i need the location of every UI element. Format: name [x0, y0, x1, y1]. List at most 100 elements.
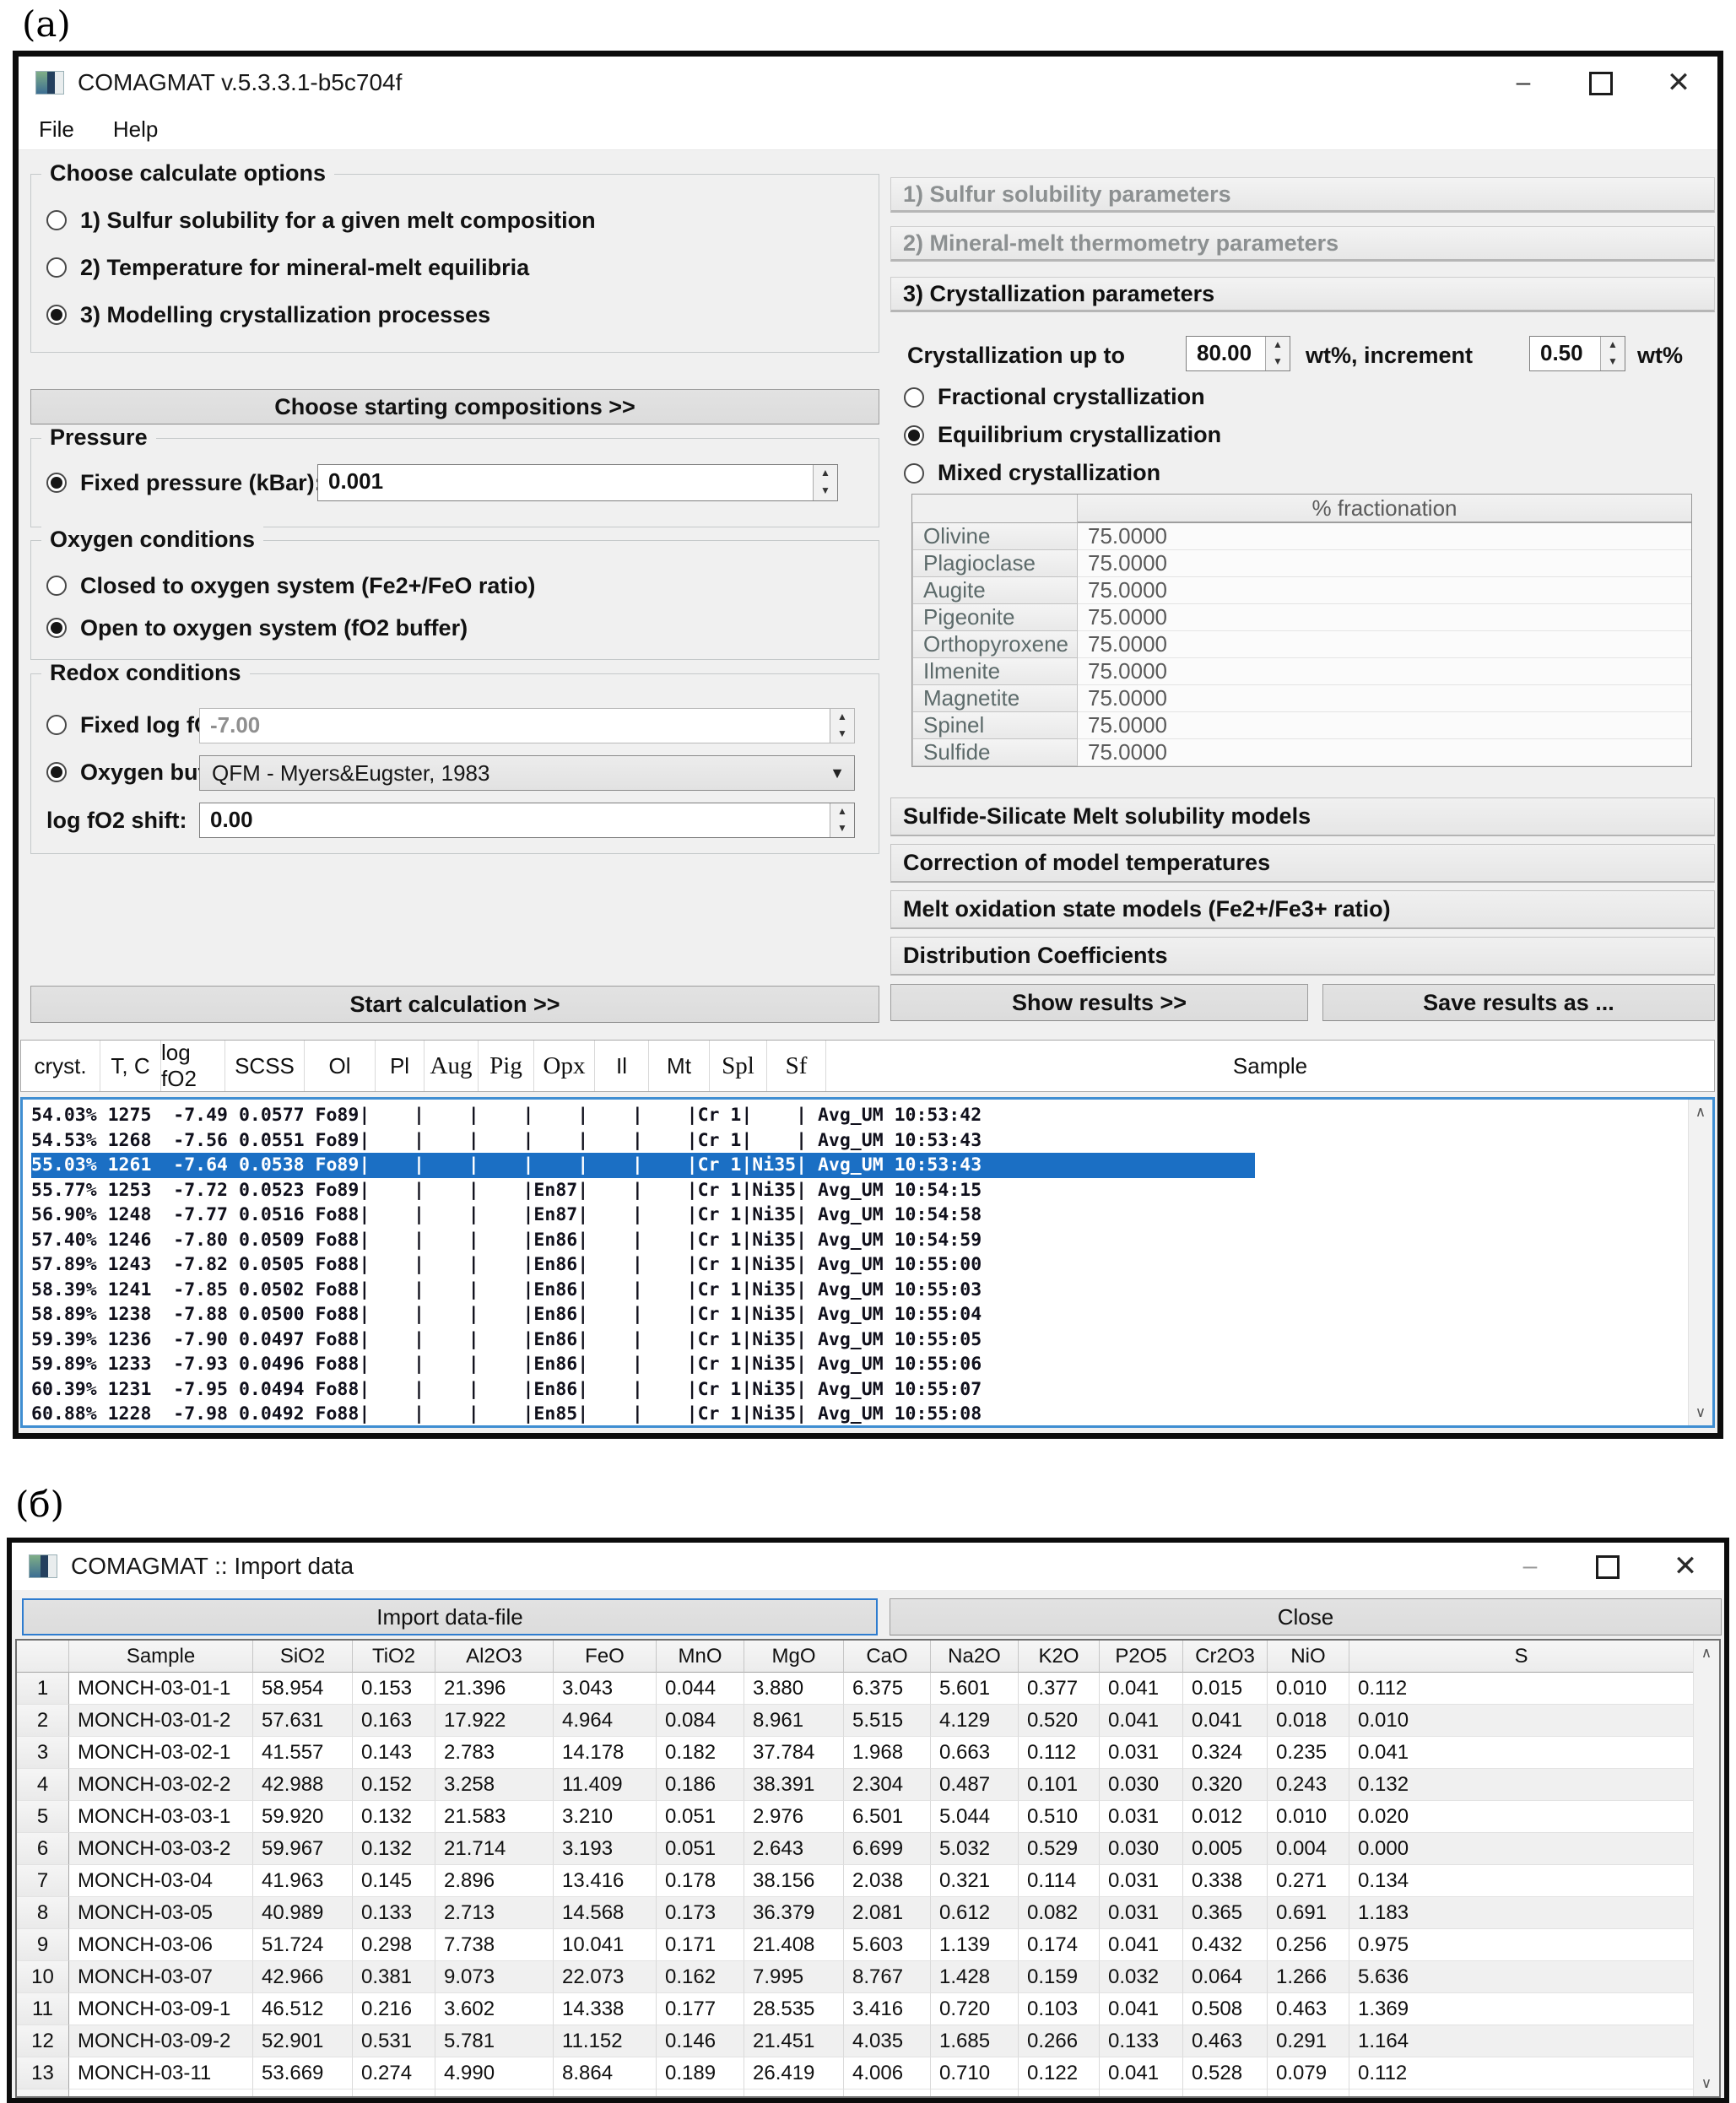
sample-cell[interactable]: MONCH-03-04	[69, 1865, 253, 1897]
value-cell[interactable]: 0.000	[1349, 1833, 1694, 1865]
spin-up-icon[interactable]: ▲	[1266, 337, 1290, 354]
row-number-cell[interactable]: 6	[17, 1833, 69, 1865]
column-header-FeO[interactable]: FeO	[554, 1641, 657, 1673]
value-cell[interactable]: 0.710	[931, 2057, 1019, 2089]
fractionation-value-cell[interactable]: 75.0000	[1078, 631, 1691, 658]
value-cell[interactable]: 0.153	[353, 1673, 435, 1705]
value-cell[interactable]: 5.601	[931, 1673, 1019, 1705]
value-cell[interactable]: 53.669	[253, 2057, 353, 2089]
value-cell[interactable]: 2.081	[844, 1897, 931, 1929]
value-cell[interactable]: 8.864	[554, 2057, 657, 2089]
row-number-cell[interactable]: 9	[17, 1929, 69, 1961]
row-number-cell[interactable]: 12	[17, 2025, 69, 2057]
value-cell[interactable]	[657, 2089, 744, 2098]
value-cell[interactable]: 21.396	[435, 1673, 554, 1705]
table-row[interactable]: 5MONCH-03-03-159.9200.13221.5833.2100.05…	[17, 1801, 1719, 1833]
calc-option-radio-0[interactable]: 1) Sulfur solubility for a given melt co…	[46, 197, 596, 244]
value-cell[interactable]: 57.631	[253, 1705, 353, 1737]
mineral-name-cell[interactable]: Pigeonite	[912, 604, 1078, 631]
table-row[interactable]	[17, 2089, 1719, 2098]
value-cell[interactable]: 41.963	[253, 1865, 353, 1897]
value-cell[interactable]: 0.528	[1183, 2057, 1268, 2089]
results-scrollbar[interactable]: ∧ ∨	[1688, 1100, 1712, 1425]
value-cell[interactable]: 4.006	[844, 2057, 931, 2089]
spin-down-icon[interactable]: ▼	[1266, 354, 1290, 370]
value-cell[interactable]: 1.428	[931, 1961, 1019, 1993]
row-number-cell[interactable]: 10	[17, 1961, 69, 1993]
value-cell[interactable]: 0.112	[1019, 1737, 1100, 1769]
value-cell[interactable]: 0.112	[1349, 2057, 1694, 2089]
value-cell[interactable]: 4.964	[554, 1705, 657, 1737]
fractionation-value-cell[interactable]: 75.0000	[1078, 712, 1691, 739]
fractionation-value-cell[interactable]: 75.0000	[1078, 658, 1691, 685]
value-cell[interactable]: 14.568	[554, 1897, 657, 1929]
value-cell[interactable]: 0.171	[657, 1929, 744, 1961]
column-header-S[interactable]: S	[1349, 1641, 1694, 1673]
mineral-name-cell[interactable]: Ilmenite	[912, 658, 1078, 685]
value-cell[interactable]: 0.186	[657, 1769, 744, 1801]
value-cell[interactable]: 0.173	[657, 1897, 744, 1929]
results-column-mt[interactable]: Mt	[649, 1041, 710, 1091]
value-cell[interactable]: 4.035	[844, 2025, 931, 2057]
row-number-cell[interactable]: 2	[17, 1705, 69, 1737]
results-row[interactable]: 54.53% 1268 -7.56 0.0551 Fo89| | | | | |…	[31, 1128, 982, 1154]
calc-option-radio-2[interactable]: 3) Modelling crystallization processes	[46, 291, 596, 338]
mineral-name-cell[interactable]: Spinel	[912, 712, 1078, 739]
results-row[interactable]: 57.40% 1246 -7.80 0.0509 Fo88| | | |En86…	[31, 1228, 982, 1253]
value-cell[interactable]: 0.041	[1100, 1929, 1183, 1961]
value-cell[interactable]: 2.783	[435, 1737, 554, 1769]
results-column-sample[interactable]: Sample	[826, 1041, 1714, 1091]
value-cell[interactable]: 5.044	[931, 1801, 1019, 1833]
value-cell[interactable]: 0.271	[1268, 1865, 1349, 1897]
column-header-P2O5[interactable]: P2O5	[1100, 1641, 1183, 1673]
maximize-icon[interactable]	[1569, 1543, 1647, 1590]
value-cell[interactable]: 0.132	[1349, 1769, 1694, 1801]
value-cell[interactable]: 0.612	[931, 1897, 1019, 1929]
results-row[interactable]: 58.39% 1241 -7.85 0.0502 Fo88| | | |En86…	[31, 1278, 982, 1303]
value-cell[interactable]: 2.304	[844, 1769, 931, 1801]
value-cell[interactable]: 0.010	[1349, 1705, 1694, 1737]
spinner[interactable]: ▲▼	[813, 465, 837, 500]
value-cell[interactable]: 0.112	[1349, 1673, 1694, 1705]
value-cell[interactable]: 0.529	[1019, 1833, 1100, 1865]
model-button-1[interactable]: Correction of model temperatures	[890, 844, 1715, 883]
column-header-MnO[interactable]: MnO	[657, 1641, 744, 1673]
value-cell[interactable]: 0.133	[1100, 2025, 1183, 2057]
value-cell[interactable]: 4.129	[931, 1705, 1019, 1737]
sample-cell[interactable]: MONCH-03-01-2	[69, 1705, 253, 1737]
value-cell[interactable]: 7.995	[744, 1961, 844, 1993]
sample-cell[interactable]: MONCH-03-11	[69, 2057, 253, 2089]
minimize-icon[interactable]: –	[1491, 1543, 1569, 1590]
value-cell[interactable]: 40.989	[253, 1897, 353, 1929]
value-cell[interactable]	[353, 2089, 435, 2098]
value-cell[interactable]: 3.416	[844, 1993, 931, 2025]
spin-down-icon[interactable]: ▼	[1601, 354, 1625, 370]
sample-cell[interactable]: MONCH-03-09-2	[69, 2025, 253, 2057]
value-cell[interactable]: 58.954	[253, 1673, 353, 1705]
spinner[interactable]: ▲▼	[830, 803, 854, 837]
value-cell[interactable]: 3.043	[554, 1673, 657, 1705]
value-cell[interactable]: 0.051	[657, 1833, 744, 1865]
value-cell[interactable]: 13.416	[554, 1865, 657, 1897]
menu-help[interactable]: Help	[113, 116, 158, 143]
fractionation-value-cell[interactable]: 75.0000	[1078, 550, 1691, 577]
close-icon[interactable]: ✕	[1640, 59, 1717, 106]
scroll-down-icon[interactable]: ∨	[1694, 2071, 1719, 2096]
value-cell[interactable]: 0.487	[931, 1769, 1019, 1801]
value-cell[interactable]: 2.976	[744, 1801, 844, 1833]
value-cell[interactable]: 0.432	[1183, 1929, 1268, 1961]
value-cell[interactable]: 14.338	[554, 1993, 657, 2025]
save-results-button[interactable]: Save results as ...	[1322, 984, 1715, 1021]
value-cell[interactable]: 0.015	[1183, 1673, 1268, 1705]
close-dialog-button[interactable]: Close	[890, 1598, 1722, 1635]
spin-down-icon[interactable]: ▼	[830, 820, 854, 837]
value-cell[interactable]: 0.012	[1183, 1801, 1268, 1833]
value-cell[interactable]: 38.156	[744, 1865, 844, 1897]
mineral-name-cell[interactable]: Plagioclase	[912, 550, 1078, 577]
value-cell[interactable]: 0.365	[1183, 1897, 1268, 1929]
value-cell[interactable]: 41.557	[253, 1737, 353, 1769]
table-row[interactable]: 6MONCH-03-03-259.9670.13221.7143.1930.05…	[17, 1833, 1719, 1865]
mineral-name-cell[interactable]: Olivine	[912, 523, 1078, 550]
value-cell[interactable]: 0.145	[353, 1865, 435, 1897]
value-cell[interactable]: 0.182	[657, 1737, 744, 1769]
